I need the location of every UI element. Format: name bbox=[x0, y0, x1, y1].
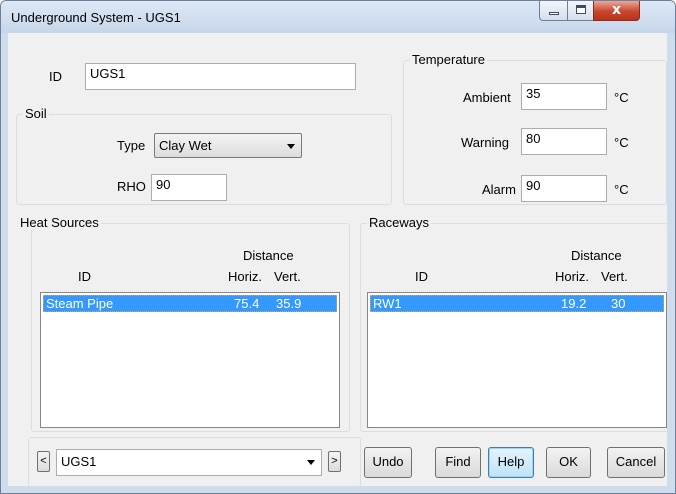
dialog-body: ID UGS1 Soil Type Clay Wet RHO 90 Temper… bbox=[8, 33, 668, 487]
soil-legend: Soil bbox=[23, 106, 49, 121]
raceway-vert: 30 bbox=[611, 296, 626, 311]
soil-type-label: Type bbox=[117, 138, 146, 153]
find-button[interactable]: Find bbox=[435, 447, 481, 478]
close-button[interactable]: x bbox=[593, 1, 640, 21]
raceways-col-horiz: Horiz. bbox=[555, 269, 589, 284]
ambient-unit: °C bbox=[614, 90, 629, 105]
id-label: ID bbox=[49, 69, 62, 84]
raceway-horiz: 19.2 bbox=[561, 296, 587, 311]
alarm-field[interactable]: 90 bbox=[521, 175, 607, 202]
heat-source-id: Steam Pipe bbox=[46, 296, 114, 311]
soil-type-value: Clay Wet bbox=[159, 138, 212, 153]
minimize-button[interactable] bbox=[539, 1, 568, 21]
record-selector-dropdown[interactable]: UGS1 bbox=[56, 449, 322, 476]
raceways-col-id: ID bbox=[415, 269, 428, 284]
ok-button[interactable]: OK bbox=[546, 447, 591, 478]
heat-source-vert: 35.9 bbox=[276, 296, 302, 311]
chevron-down-icon bbox=[307, 460, 315, 465]
warning-field[interactable]: 80 bbox=[521, 128, 607, 155]
raceways-col-vert: Vert. bbox=[601, 269, 628, 284]
chevron-down-icon bbox=[287, 144, 295, 149]
close-icon: x bbox=[611, 2, 622, 18]
heat-source-horiz: 75.4 bbox=[234, 296, 260, 311]
list-item[interactable]: Steam Pipe 75.4 35.9 bbox=[43, 295, 337, 312]
window-title: Underground System - UGS1 bbox=[11, 10, 181, 25]
help-button[interactable]: Help bbox=[488, 447, 534, 478]
previous-button[interactable]: < bbox=[37, 451, 50, 472]
warning-unit: °C bbox=[614, 135, 629, 150]
id-field[interactable]: UGS1 bbox=[85, 63, 356, 90]
alarm-unit: °C bbox=[614, 182, 629, 197]
rho-field[interactable]: 90 bbox=[151, 174, 227, 201]
heat-sources-col-vert: Vert. bbox=[274, 269, 301, 284]
ambient-label: Ambient bbox=[463, 90, 511, 105]
maximize-icon bbox=[576, 5, 586, 14]
warning-label: Warning bbox=[461, 135, 509, 150]
raceway-id: RW1 bbox=[373, 296, 402, 311]
rho-label: RHO bbox=[117, 179, 146, 194]
minimize-icon bbox=[549, 12, 559, 15]
undo-button[interactable]: Undo bbox=[364, 447, 412, 478]
raceways-distance-header: Distance bbox=[571, 248, 622, 263]
heat-sources-list[interactable]: Steam Pipe 75.4 35.9 bbox=[40, 292, 340, 428]
heat-sources-col-id: ID bbox=[78, 269, 91, 284]
heat-sources-legend: Heat Sources bbox=[18, 215, 101, 230]
dialog-window: Underground System - UGS1 x ID UGS1 Soil… bbox=[0, 0, 676, 494]
next-button[interactable]: > bbox=[328, 451, 341, 472]
cancel-button[interactable]: Cancel bbox=[607, 447, 665, 478]
alarm-label: Alarm bbox=[482, 182, 516, 197]
heat-sources-distance-header: Distance bbox=[243, 248, 294, 263]
record-selector-value: UGS1 bbox=[61, 454, 97, 469]
maximize-button[interactable] bbox=[567, 1, 594, 21]
temperature-legend: Temperature bbox=[410, 52, 487, 67]
raceways-list[interactable]: RW1 19.2 30 bbox=[367, 292, 667, 428]
list-item[interactable]: RW1 19.2 30 bbox=[370, 295, 664, 312]
title-bar[interactable]: Underground System - UGS1 x bbox=[1, 1, 675, 33]
soil-type-dropdown[interactable]: Clay Wet bbox=[154, 133, 302, 158]
heat-sources-col-horiz: Horiz. bbox=[228, 269, 262, 284]
raceways-legend: Raceways bbox=[367, 215, 431, 230]
ambient-field[interactable]: 35 bbox=[521, 83, 607, 110]
